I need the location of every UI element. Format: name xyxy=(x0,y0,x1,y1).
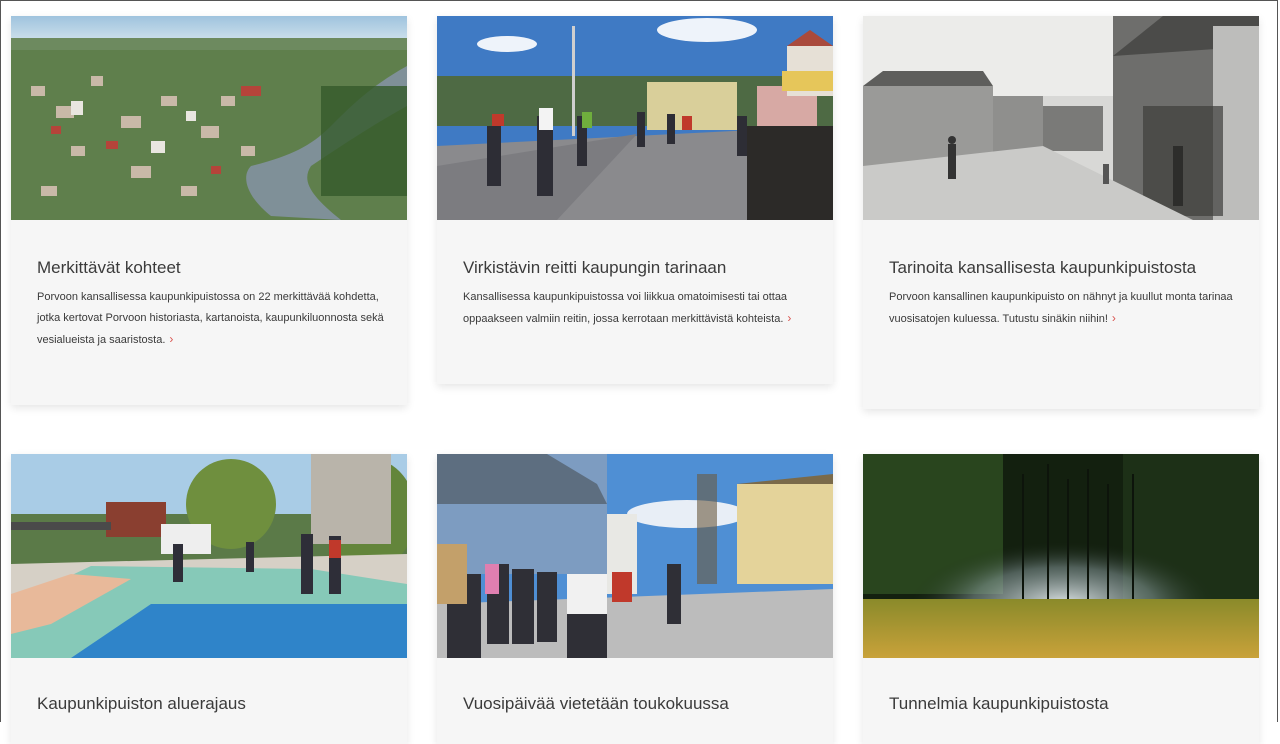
card-text-content: Kansallisessa kaupunkipuistossa voi liik… xyxy=(463,291,788,325)
card-body: Virkistävin reitti kaupungin tarinaan Ka… xyxy=(463,256,811,330)
card-title[interactable]: Kaupunkipuiston aluerajaus xyxy=(37,692,385,715)
card-body: Tunnelmia kaupunkipuistosta xyxy=(889,692,1237,723)
card-text-content: Porvoon kansallinen kaupunkipuisto on nä… xyxy=(889,291,1233,325)
aerial-town-river-photo xyxy=(11,16,407,220)
card-body: Kaupunkipuiston aluerajaus xyxy=(37,692,385,723)
card-text: Porvoon kansallinen kaupunkipuisto on nä… xyxy=(889,287,1237,330)
chevron-right-icon[interactable]: › xyxy=(787,308,791,329)
guided-tour-crowd-photo xyxy=(437,454,833,658)
card-body: Tarinoita kansallisesta kaupunkipuistost… xyxy=(889,256,1237,330)
card-image[interactable] xyxy=(11,16,407,220)
card-image[interactable] xyxy=(437,454,833,658)
card-body: Merkittävät kohteet Porvoon kansallisess… xyxy=(37,256,385,351)
card-text: Porvoon kansallisessa kaupunkipuistossa … xyxy=(37,287,385,351)
chevron-right-icon[interactable]: › xyxy=(1112,308,1116,329)
card-title[interactable]: Vuosipäivää vietetään toukokuussa xyxy=(463,692,811,715)
card-tarinoita[interactable]: Tarinoita kansallisesta kaupunkipuistost… xyxy=(863,16,1259,409)
card-image[interactable] xyxy=(11,454,407,658)
card-body: Vuosipäivää vietetään toukokuussa xyxy=(463,692,811,723)
card-title[interactable]: Tarinoita kansallisesta kaupunkipuistost… xyxy=(889,256,1237,279)
card-title[interactable]: Virkistävin reitti kaupungin tarinaan xyxy=(463,256,811,279)
card-image[interactable] xyxy=(863,454,1259,658)
card-merkittavat-kohteet[interactable]: Merkittävät kohteet Porvoon kansallisess… xyxy=(11,16,407,405)
card-image[interactable] xyxy=(437,16,833,220)
map-plaza-photo xyxy=(11,454,407,658)
card-vuosipaivaa[interactable]: Vuosipäivää vietetään toukokuussa xyxy=(437,454,833,744)
card-virkistavin-reitti[interactable]: Virkistävin reitti kaupungin tarinaan Ka… xyxy=(437,16,833,384)
card-text-content: Porvoon kansallisessa kaupunkipuistossa … xyxy=(37,291,384,346)
card-title[interactable]: Merkittävät kohteet xyxy=(37,256,385,279)
bridge-walkers-photo xyxy=(437,16,833,220)
misty-forest-photo xyxy=(863,454,1259,658)
chevron-right-icon[interactable]: › xyxy=(169,329,173,350)
card-image[interactable] xyxy=(863,16,1259,220)
card-aluerajaus[interactable]: Kaupunkipuiston aluerajaus xyxy=(11,454,407,744)
card-title[interactable]: Tunnelmia kaupunkipuistosta xyxy=(889,692,1237,715)
card-tunnelmia[interactable]: Tunnelmia kaupunkipuistosta xyxy=(863,454,1259,744)
historic-street-photo xyxy=(863,16,1259,220)
card-text: Kansallisessa kaupunkipuistossa voi liik… xyxy=(463,287,811,330)
